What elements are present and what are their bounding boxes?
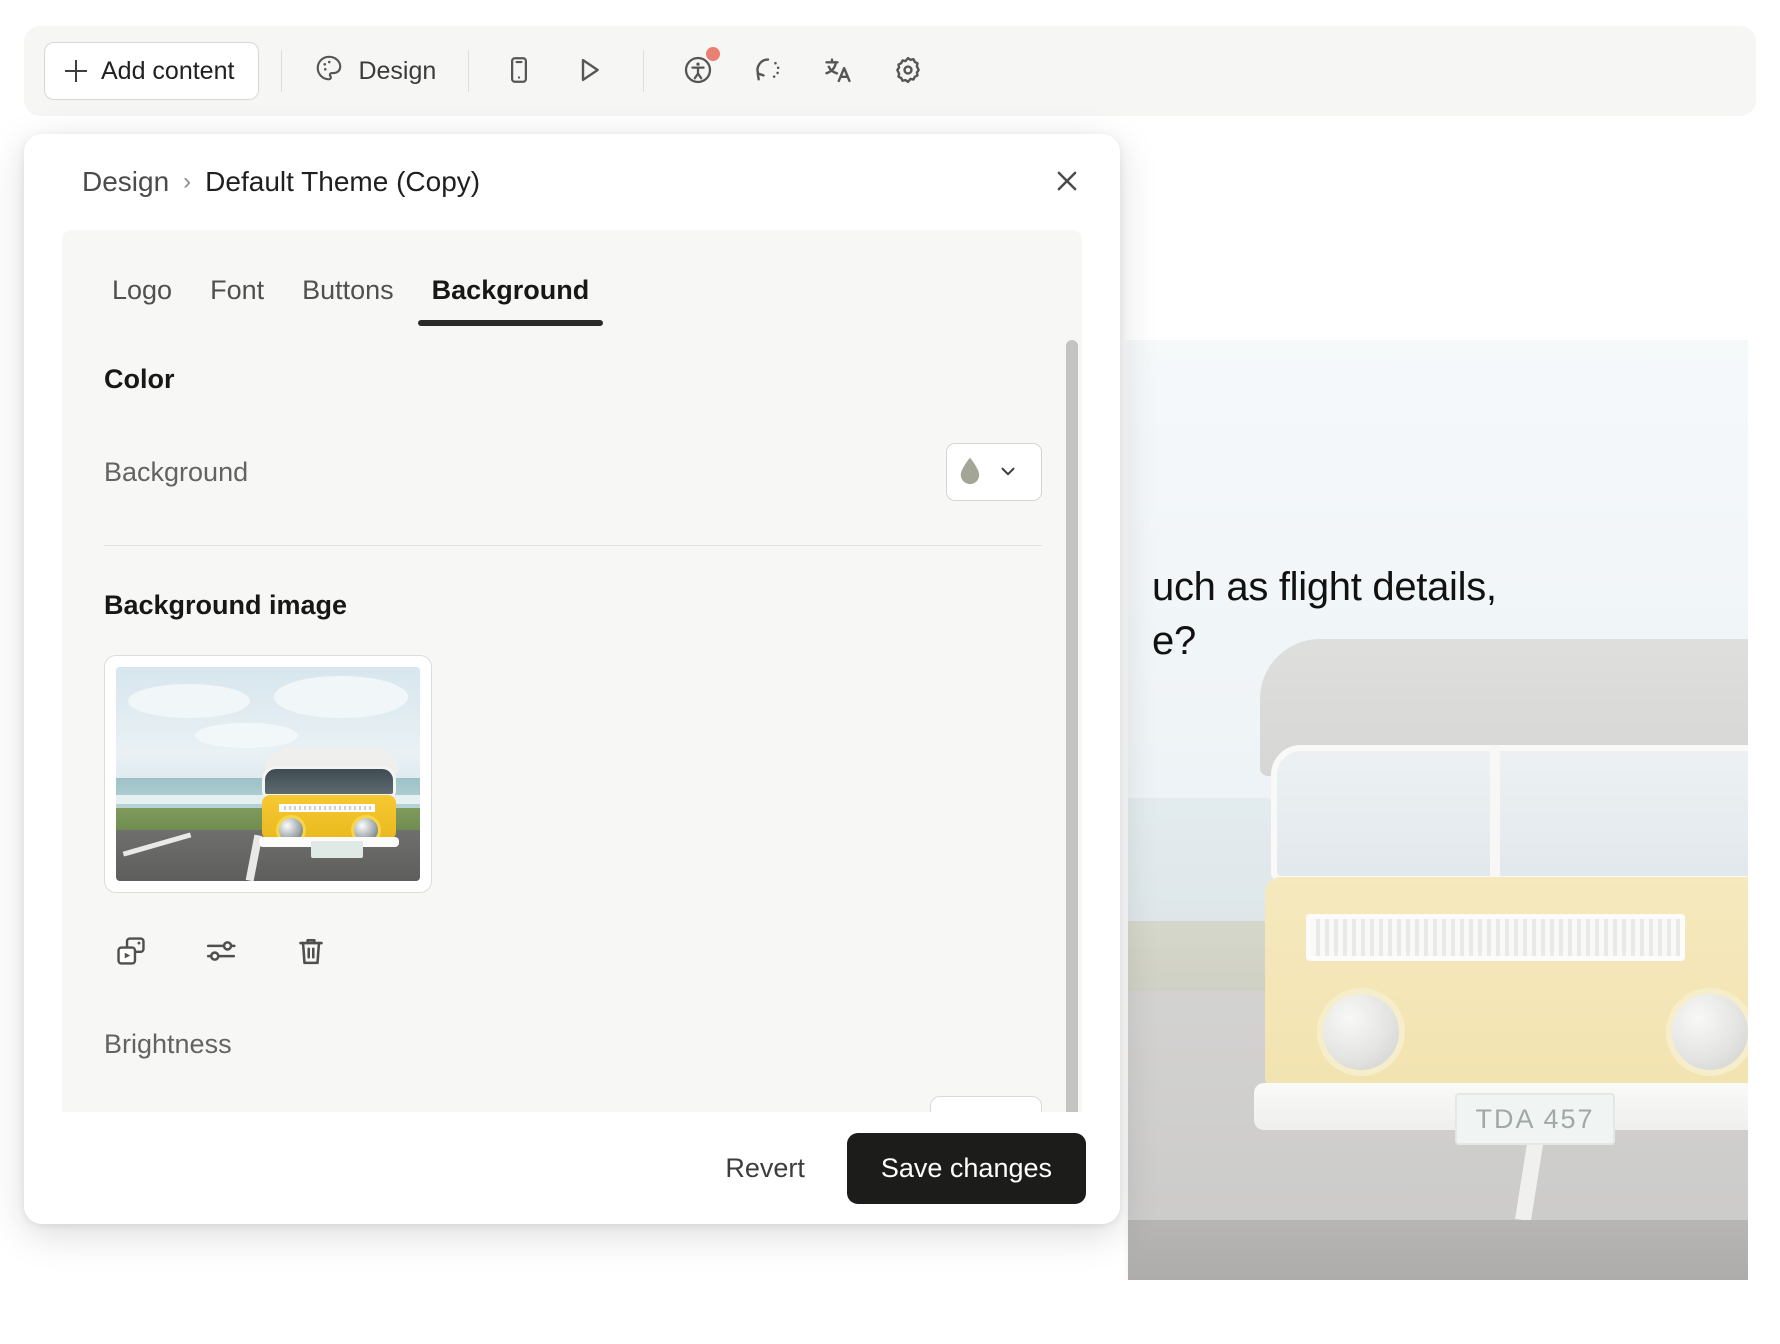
palette-icon [314,53,344,90]
tab-font[interactable]: Font [196,275,278,326]
adjust-settings-button[interactable] [198,929,244,975]
van-headlight-right [1666,988,1748,1076]
background-image-thumbnail[interactable] [104,655,432,893]
close-icon [1052,166,1082,199]
design-panel: Design › Default Theme (Copy) Logo Font … [24,134,1120,1224]
tab-buttons[interactable]: Buttons [288,275,408,326]
panel-scrollbar[interactable] [1066,340,1078,1112]
gear-icon-button[interactable] [880,43,936,99]
delete-icon [294,934,328,971]
mobile-preview-icon-button[interactable] [491,43,547,99]
panel-content-inner: Color Background [62,364,1082,1112]
thumb-van-windshield [262,766,396,797]
toolbar-divider-2 [468,50,469,92]
add-content-label: Add content [101,57,234,86]
translate-icon [822,54,854,89]
background-color-row: Background [104,443,1042,501]
brightness-value-input[interactable]: 58 [930,1096,1042,1112]
tab-background[interactable]: Background [418,275,604,326]
van-grille [1306,914,1685,962]
replace-image-button[interactable] [108,929,154,975]
breadcrumb-separator: › [183,168,191,196]
breadcrumb-current: Default Theme (Copy) [205,166,480,198]
background-image-section-title: Background image [104,590,1042,621]
background-color-label: Background [104,457,248,488]
thumb-van-plate [311,841,363,858]
thumb-van [256,748,402,859]
notification-dot [706,47,720,61]
toolbar-divider [281,50,282,92]
color-section-title: Color [104,364,1042,395]
background-color-picker-button[interactable] [946,443,1042,501]
water-drop-icon [957,456,983,489]
thumb-van-grille [279,804,375,812]
preview-text-line-2: e? [1152,614,1748,668]
van-window-mullion [1490,745,1500,882]
replace-image-icon [114,934,148,971]
delete-image-button[interactable] [288,929,334,975]
panel-tabs: Logo Font Buttons Background [62,230,1082,326]
tab-logo[interactable]: Logo [98,275,186,326]
top-toolbar: Add content Design [24,26,1756,116]
thumbnail-image [116,667,420,881]
app-root: TDA 457 uch as flight details, e? Add co… [0,0,1780,1344]
image-actions-row [104,929,1042,975]
preview-van: TDA 457 [1248,639,1748,1167]
panel-content: Color Background [62,326,1082,1112]
preview-question-text: uch as flight details, e? [1152,560,1748,668]
preview-background-photo: TDA 457 [1128,340,1748,1220]
breadcrumb: Design › Default Theme (Copy) [82,166,480,198]
chevron-down-icon [997,460,1019,485]
reset-loop-icon [752,54,784,89]
play-preview-icon-button[interactable] [561,43,617,99]
preview-bottom-road [1128,1220,1748,1280]
toolbar-divider-3 [643,50,644,92]
van-windshield [1271,745,1748,882]
preview-text-line-1: uch as flight details, [1152,560,1748,614]
gear-icon [892,54,924,89]
add-content-button[interactable]: Add content [44,42,259,100]
plus-icon [65,60,87,82]
brightness-label: Brightness [104,1029,1042,1060]
translate-icon-button[interactable] [810,43,866,99]
panel-header: Design › Default Theme (Copy) [24,134,1120,230]
van-license-plate: TDA 457 [1455,1093,1615,1145]
section-divider [104,545,1042,546]
design-button[interactable]: Design [304,45,446,97]
mobile-preview-icon [504,55,534,88]
thumb-cloud-1 [128,684,250,718]
breadcrumb-root[interactable]: Design [82,166,169,198]
preview-card: TDA 457 uch as flight details, e? [1128,340,1748,1280]
van-headlight-left [1317,988,1405,1076]
thumb-cloud-2 [274,676,408,719]
panel-footer: Revert Save changes [24,1112,1120,1224]
play-preview-icon [573,54,605,89]
revert-button[interactable]: Revert [703,1139,827,1198]
brightness-slider[interactable] [104,1110,896,1112]
save-changes-button[interactable]: Save changes [847,1133,1086,1204]
reset-loop-icon-button[interactable] [740,43,796,99]
design-label: Design [358,57,436,86]
brightness-control-row: 58 [104,1096,1042,1112]
adjust-settings-icon [204,934,238,971]
close-panel-button[interactable] [1042,157,1092,207]
accessibility-icon-button[interactable] [670,43,726,99]
